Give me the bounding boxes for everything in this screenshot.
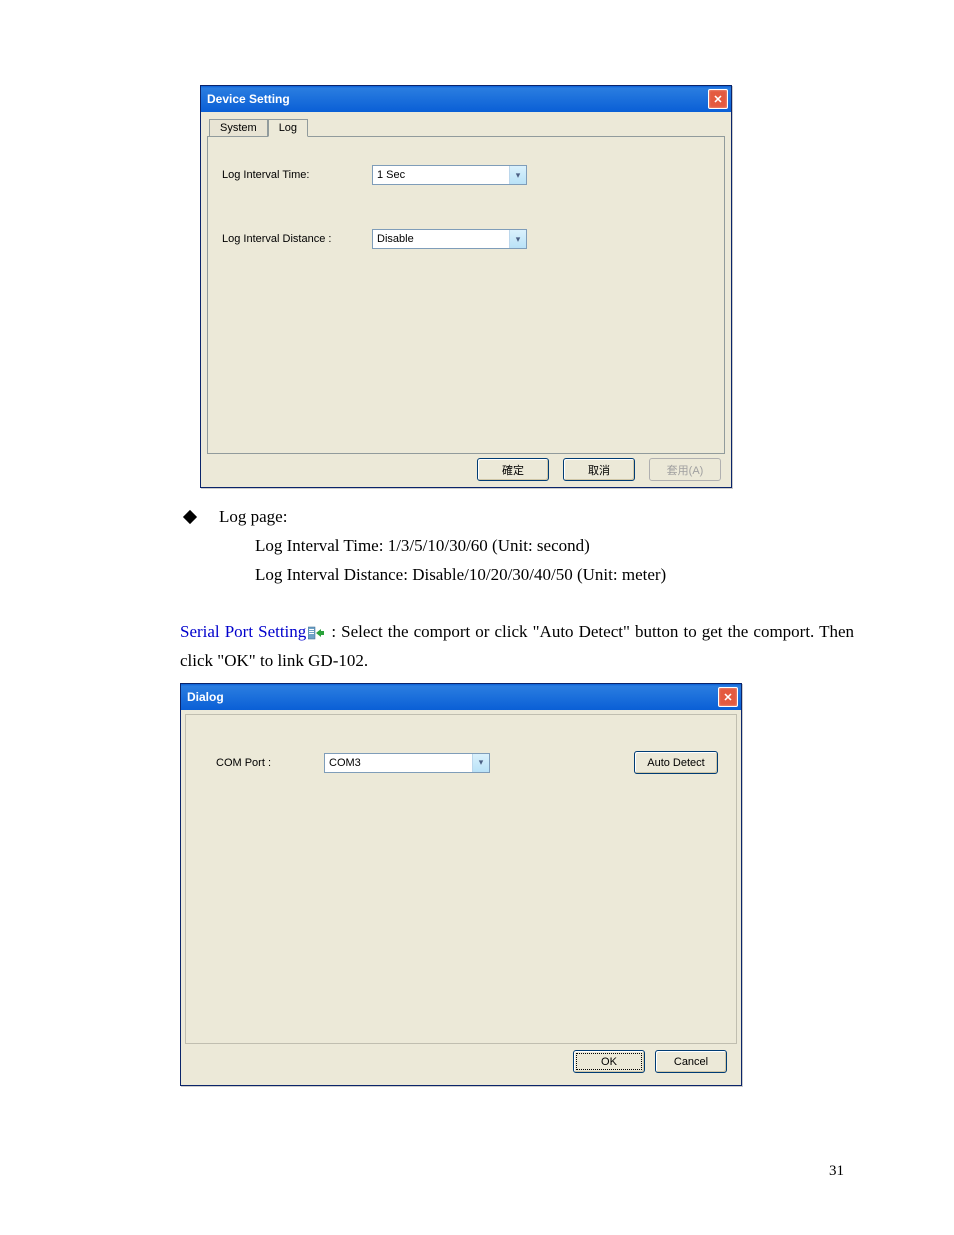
- page-number: 31: [829, 1163, 844, 1180]
- chevron-down-icon: ▾: [509, 166, 526, 184]
- log-interval-time-label: Log Interval Time:: [222, 169, 372, 181]
- log-interval-time-desc: Log Interval Time: 1/3/5/10/30/60 (Unit:…: [255, 532, 854, 561]
- log-interval-distance-desc: Log Interval Distance: Disable/10/20/30/…: [255, 561, 854, 590]
- tab-log[interactable]: Log: [268, 119, 308, 137]
- chevron-down-icon: ▾: [472, 754, 489, 772]
- log-interval-time-value: 1 Sec: [377, 169, 405, 181]
- comport-label: COM Port :: [216, 757, 284, 769]
- ok-button[interactable]: OK: [573, 1050, 645, 1073]
- bullet-log-page: Log page:: [219, 503, 287, 532]
- diamond-bullet-icon: [183, 510, 197, 524]
- device-setting-window: Device Setting ✕ System Log Log Interval…: [200, 85, 732, 488]
- close-icon: ✕: [713, 93, 722, 106]
- close-button[interactable]: ✕: [708, 89, 728, 109]
- serial-port-setting-link[interactable]: Serial Port Setting: [180, 622, 306, 641]
- log-interval-distance-select[interactable]: Disable ▾: [372, 229, 527, 249]
- ok-button[interactable]: 確定: [477, 458, 549, 481]
- comport-value: COM3: [329, 757, 361, 769]
- cancel-button[interactable]: Cancel: [655, 1050, 727, 1073]
- serial-port-icon: [308, 626, 324, 640]
- apply-button: 套用(A): [649, 458, 721, 481]
- window-title: Dialog: [187, 690, 224, 704]
- tab-content-log: Log Interval Time: 1 Sec ▾ Log Interval …: [207, 136, 725, 454]
- window-title: Device Setting: [207, 92, 290, 106]
- titlebar[interactable]: Dialog ✕: [181, 684, 741, 710]
- close-icon: ✕: [723, 691, 732, 704]
- chevron-down-icon: ▾: [509, 230, 526, 248]
- log-interval-distance-label: Log Interval Distance :: [222, 233, 372, 245]
- titlebar[interactable]: Device Setting ✕: [201, 86, 731, 112]
- log-interval-distance-value: Disable: [377, 233, 414, 245]
- close-button[interactable]: ✕: [718, 687, 738, 707]
- log-interval-time-select[interactable]: 1 Sec ▾: [372, 165, 527, 185]
- cancel-button[interactable]: 取消: [563, 458, 635, 481]
- serial-port-dialog: Dialog ✕ COM Port : COM3 ▾ Auto Detect O…: [180, 683, 742, 1086]
- auto-detect-button[interactable]: Auto Detect: [634, 751, 718, 774]
- tab-system[interactable]: System: [209, 119, 268, 137]
- comport-select[interactable]: COM3 ▾: [324, 753, 490, 773]
